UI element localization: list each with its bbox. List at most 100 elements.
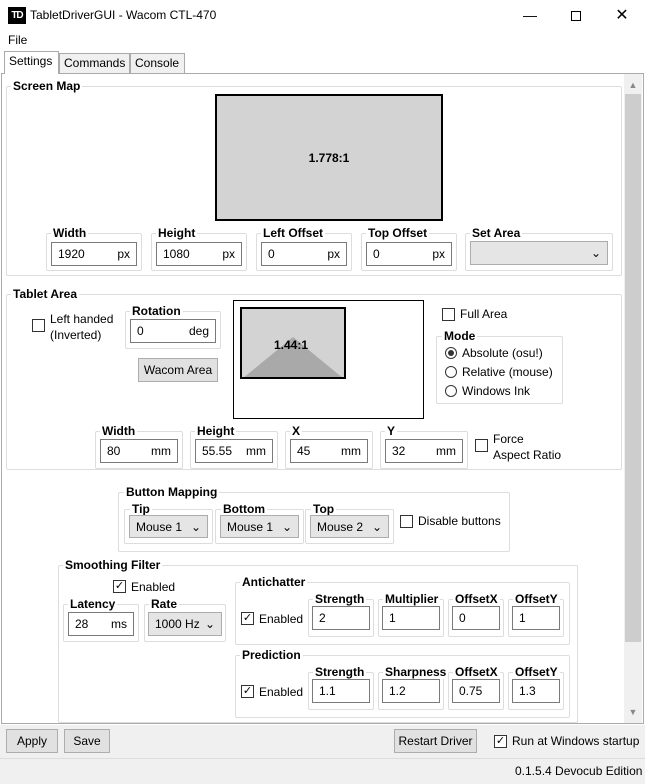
tablet-area-rect: 1.44:1 (240, 307, 346, 379)
prediction-strength-input[interactable]: 1.1 (312, 679, 370, 703)
left-handed-checkbox[interactable] (32, 319, 45, 332)
disable-buttons-label: Disable buttons (418, 514, 501, 528)
tablet-y-input[interactable]: 32 mm (385, 439, 463, 463)
rate-select[interactable]: 1000 Hz ⌄ (148, 612, 222, 636)
set-area-select[interactable]: ⌄ (470, 241, 608, 265)
tablet-y-label: Y (385, 424, 398, 438)
restart-driver-button[interactable]: Restart Driver (394, 729, 477, 753)
screen-height-label: Height (156, 226, 198, 240)
smoothing-enabled-label: Enabled (131, 580, 176, 594)
scroll-up-icon[interactable]: ▲ (624, 76, 642, 94)
tablet-x-label: X (290, 424, 303, 438)
latency-input[interactable]: 28 ms (68, 612, 134, 636)
tablet-height-label: Height (195, 424, 237, 438)
antichatter-enabled-label: Enabled (259, 612, 304, 626)
antichatter-title: Antichatter (240, 575, 308, 589)
bottom-select[interactable]: Mouse 1 ⌄ (220, 515, 299, 538)
screen-ratio-label: 1.778:1 (308, 150, 350, 165)
antichatter-offsety-input[interactable]: 1 (512, 606, 560, 630)
smoothing-filter-title: Smoothing Filter (63, 558, 163, 572)
button-mapping-title: Button Mapping (124, 485, 220, 499)
mode-title: Mode (442, 329, 478, 343)
top-label: Top (311, 502, 337, 516)
maximize-icon (571, 11, 581, 22)
tab-commands[interactable]: Commands (59, 53, 130, 74)
tablet-area-preview: 1.44:1 (233, 300, 424, 419)
antichatter-offsety-label: OffsetY (513, 592, 560, 606)
mode-windows-ink-radio[interactable] (445, 385, 457, 397)
tablet-area-title: Tablet Area (11, 287, 80, 301)
antichatter-multiplier-label: Multiplier (383, 592, 441, 606)
scrollbar-thumb[interactable] (625, 94, 641, 642)
chevron-down-icon: ⌄ (371, 520, 382, 534)
bottom-label: Bottom (221, 502, 267, 516)
tip-label: Tip (130, 502, 152, 516)
disable-buttons-checkbox[interactable] (400, 515, 413, 528)
tab-settings[interactable]: Settings (4, 51, 59, 74)
force-aspect-checkbox[interactable] (475, 439, 488, 452)
screen-width-input[interactable]: 1920 px (51, 242, 137, 266)
tablet-height-input[interactable]: 55.55 mm (195, 439, 273, 463)
screen-map-title: Screen Map (11, 79, 83, 93)
antichatter-offsetx-label: OffsetX (453, 592, 500, 606)
tablet-x-input[interactable]: 45 mm (290, 439, 368, 463)
chevron-down-icon: ⌄ (190, 520, 201, 534)
save-button[interactable]: Save (64, 729, 110, 753)
antichatter-enabled-checkbox[interactable]: ✓ (241, 612, 254, 625)
run-startup-checkbox[interactable]: ✓ (494, 735, 507, 748)
chevron-down-icon: ⌄ (590, 246, 601, 260)
mode-absolute-radio[interactable] (445, 347, 457, 359)
top-offset-label: Top Offset (366, 226, 430, 240)
prediction-strength-label: Strength (313, 665, 367, 679)
rotation-input[interactable]: 0 deg (130, 319, 216, 343)
left-handed-label: Left handed (Inverted) (50, 312, 114, 342)
prediction-sharpness-input[interactable]: 1.2 (382, 679, 440, 703)
prediction-sharpness-label: Sharpness (383, 665, 449, 679)
left-offset-input[interactable]: 0 px (261, 242, 347, 266)
full-area-checkbox[interactable] (442, 308, 455, 321)
scroll-down-icon[interactable]: ▼ (624, 703, 642, 721)
prediction-offsetx-input[interactable]: 0.75 (452, 679, 500, 703)
minimize-button[interactable]: — (507, 0, 553, 31)
screen-map-preview: 1.778:1 (215, 94, 443, 221)
tab-console[interactable]: Console (130, 53, 185, 74)
version-label: 0.1.5.4 Devocub Edition (515, 764, 643, 778)
tablet-width-label: Width (100, 424, 138, 438)
minimize-icon: — (523, 7, 537, 23)
mode-windows-ink-label: Windows Ink (462, 384, 531, 398)
prediction-enabled-checkbox[interactable]: ✓ (241, 685, 254, 698)
antichatter-offsetx-input[interactable]: 0 (452, 606, 500, 630)
apply-button[interactable]: Apply (6, 729, 58, 753)
smoothing-enabled-checkbox[interactable]: ✓ (113, 580, 126, 593)
prediction-offsetx-label: OffsetX (453, 665, 500, 679)
antichatter-strength-label: Strength (313, 592, 367, 606)
rate-label: Rate (149, 597, 180, 611)
top-select[interactable]: Mouse 2 ⌄ (310, 515, 389, 538)
prediction-offsety-label: OffsetY (513, 665, 560, 679)
window-title: TabletDriverGUI - Wacom CTL-470 (30, 8, 217, 22)
mode-relative-label: Relative (mouse) (462, 365, 553, 379)
antichatter-strength-input[interactable]: 2 (312, 606, 370, 630)
close-icon: ✕ (615, 7, 629, 24)
screen-height-input[interactable]: 1080 px (156, 242, 242, 266)
set-area-label: Set Area (470, 226, 523, 240)
prediction-title: Prediction (240, 648, 303, 662)
prediction-offsety-input[interactable]: 1.3 (512, 679, 560, 703)
tablet-width-input[interactable]: 80 mm (100, 439, 178, 463)
mode-absolute-label: Absolute (osu!) (462, 346, 543, 360)
rotation-label: Rotation (130, 304, 183, 318)
app-logo-icon: TD (8, 7, 26, 24)
prediction-enabled-label: Enabled (259, 685, 304, 699)
tip-select[interactable]: Mouse 1 ⌄ (129, 515, 208, 538)
maximize-button[interactable] (553, 0, 599, 31)
antichatter-multiplier-input[interactable]: 1 (382, 606, 440, 630)
chevron-down-icon: ⌄ (204, 617, 215, 631)
chevron-down-icon: ⌄ (281, 520, 292, 534)
mode-relative-radio[interactable] (445, 366, 457, 378)
close-button[interactable]: ✕ (599, 0, 645, 31)
wacom-area-button[interactable]: Wacom Area (138, 358, 218, 382)
left-offset-label: Left Offset (261, 226, 325, 240)
top-offset-input[interactable]: 0 px (366, 242, 452, 266)
menu-bar (0, 31, 645, 51)
menu-file[interactable]: File (8, 33, 27, 47)
